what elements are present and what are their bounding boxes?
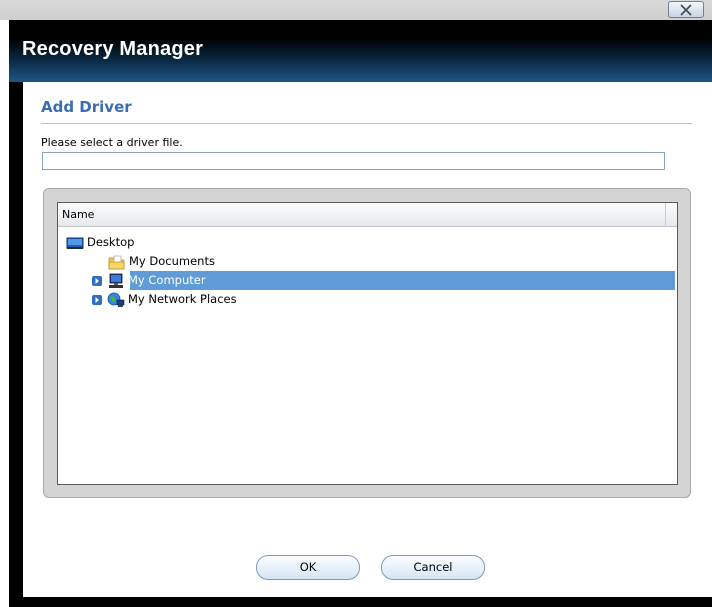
dialog-content: Add Driver Please select a driver file. … bbox=[23, 82, 712, 597]
window-top-strip bbox=[0, 0, 712, 20]
tree-item-selection bbox=[130, 271, 675, 290]
tree-item-my-documents[interactable]: My Documents bbox=[108, 252, 217, 271]
app-title: Recovery Manager bbox=[22, 38, 204, 60]
close-button[interactable] bbox=[668, 1, 704, 18]
folder-documents-icon bbox=[108, 255, 125, 269]
file-tree[interactable]: Name Desktop My Documents My Computer My… bbox=[57, 202, 678, 485]
frame-left-edge bbox=[9, 82, 23, 607]
prompt-label: Please select a driver file. bbox=[41, 136, 183, 149]
tree-item-my-computer[interactable]: My Computer bbox=[92, 271, 675, 290]
column-header-name: Name bbox=[62, 208, 95, 221]
ok-button[interactable]: OK bbox=[256, 555, 360, 580]
tree-item-my-network-places[interactable]: My Network Places bbox=[92, 290, 239, 309]
driver-file-path-input[interactable] bbox=[42, 152, 665, 170]
dialog-heading: Add Driver bbox=[41, 98, 132, 116]
computer-icon bbox=[109, 273, 123, 288]
expand-arrow-icon[interactable] bbox=[92, 294, 102, 305]
tree-item-label: My Network Places bbox=[128, 292, 237, 306]
column-header[interactable]: Name bbox=[58, 203, 677, 227]
tree-item-desktop[interactable]: Desktop bbox=[66, 233, 136, 252]
tree-item-label: My Documents bbox=[129, 254, 215, 268]
desktop-icon bbox=[66, 237, 84, 249]
tree-item-label: My Computer bbox=[128, 273, 206, 287]
cancel-button[interactable]: Cancel bbox=[381, 555, 485, 580]
expand-arrow-icon[interactable] bbox=[92, 275, 102, 286]
tree-item-label: Desktop bbox=[87, 235, 135, 249]
column-divider bbox=[665, 203, 666, 227]
heading-divider bbox=[41, 123, 692, 124]
file-browser-panel: Name Desktop My Documents My Computer My… bbox=[43, 188, 691, 498]
close-icon bbox=[680, 3, 692, 16]
frame-bottom-edge bbox=[9, 597, 712, 607]
network-places-icon bbox=[107, 292, 125, 307]
